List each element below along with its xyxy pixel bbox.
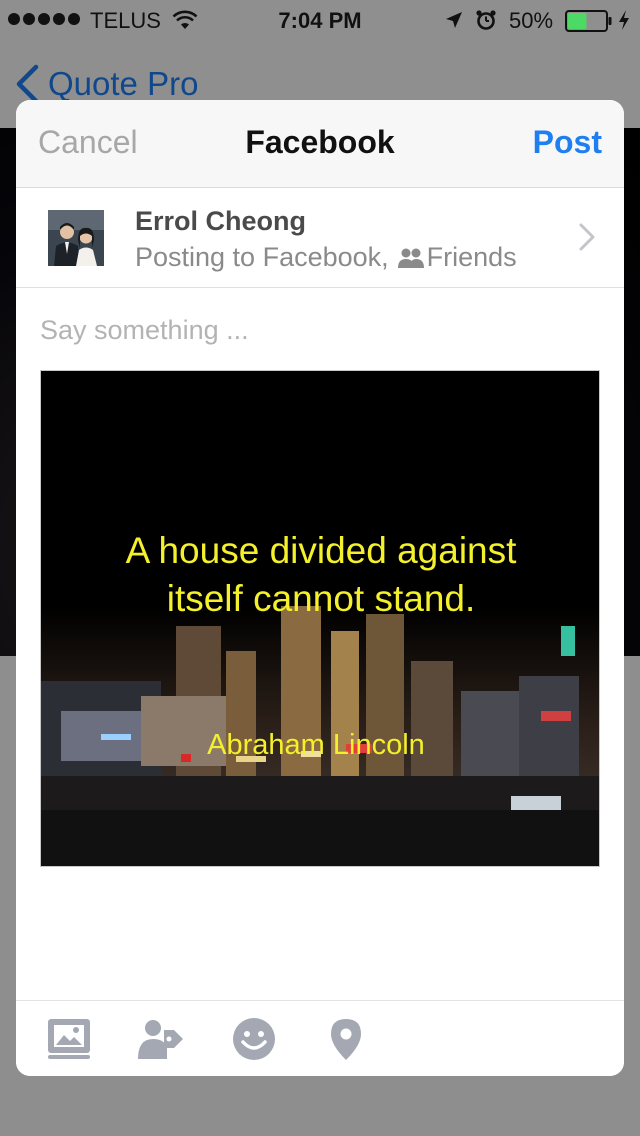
chevron-right-icon [579,223,595,251]
post-button[interactable]: Post [533,124,602,161]
alarm-icon [476,10,496,30]
quote-line: A house divided against [125,530,517,571]
message-input[interactable] [40,306,600,354]
profile-photo-icon [48,210,104,266]
quote-author: Abraham Lincoln [207,729,425,761]
battery-percent: 50% [509,8,554,33]
tag-people-icon[interactable] [136,1017,184,1061]
avatar [48,210,104,266]
emoji-icon[interactable] [230,1017,278,1061]
charging-bolt-icon [619,10,629,30]
sheet-header: Cancel Facebook Post [16,100,624,188]
audience-label: Friends [426,242,517,272]
location-arrow-icon [446,12,462,28]
photo-icon[interactable] [46,1017,94,1061]
facebook-share-sheet: Cancel Facebook Post Errol Cheong Postin… [16,100,624,1076]
battery-icon [565,10,612,32]
friends-icon [397,248,424,268]
account-audience-row[interactable]: Errol Cheong Posting to Facebook, Friend… [16,188,624,288]
posting-to-label: Posting to Facebook, [135,242,389,272]
quote-image-attachment: A house divided against itself cannot sta… [40,370,600,867]
account-name: Errol Cheong [135,206,307,236]
status-bar: TELUS 7:04 PM 50% [0,0,640,40]
quote-line: itself cannot stand. [166,578,476,619]
attachment-toolbar [16,1000,624,1076]
location-pin-icon[interactable] [322,1017,370,1061]
quote-text: A house divided against itself cannot sta… [41,527,599,623]
audience-line: Posting to Facebook, Friends [135,242,517,273]
